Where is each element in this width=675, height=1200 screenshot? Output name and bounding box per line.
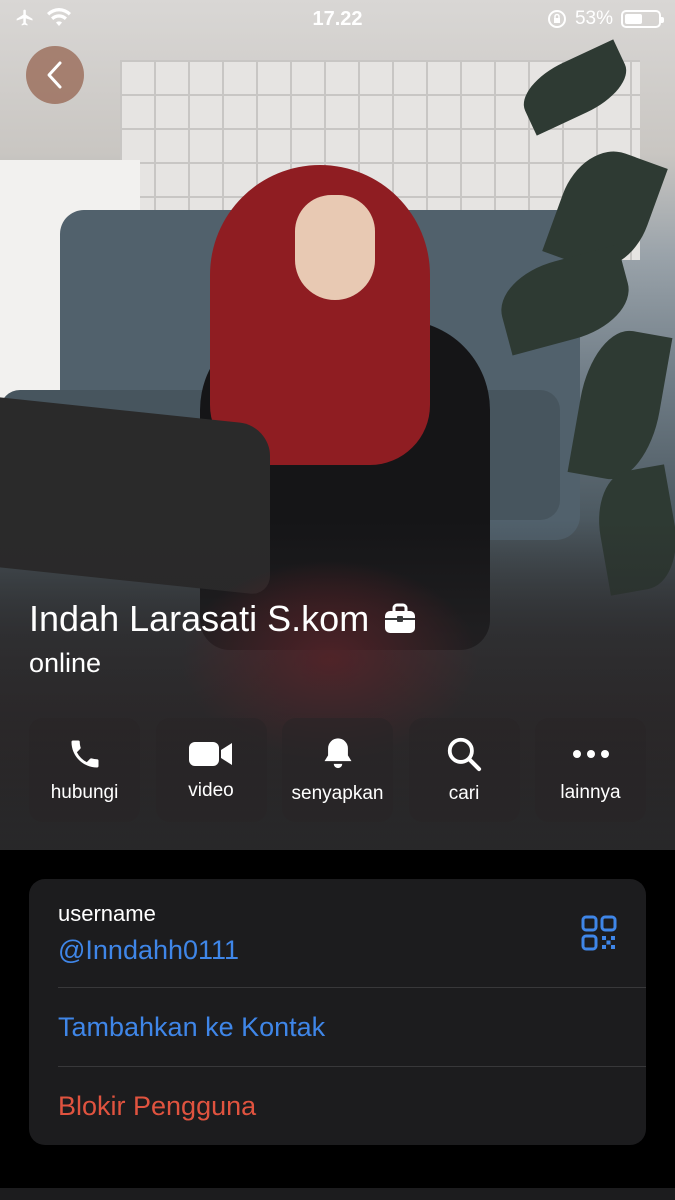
profile-name-row: Indah Larasati S.kom: [29, 598, 417, 640]
mute-label: senyapkan: [291, 783, 384, 804]
profile-status: online: [29, 648, 102, 678]
search-button[interactable]: cari: [408, 718, 520, 822]
bottom-strip: [0, 1188, 675, 1200]
status-right: 53%: [547, 8, 664, 30]
add-contact-button[interactable]: Tambahkan ke Kontak: [58, 1012, 325, 1043]
qr-code-icon[interactable]: [581, 915, 617, 951]
back-button[interactable]: [26, 46, 84, 104]
username-label: username: [58, 901, 156, 926]
divider: [58, 1066, 646, 1067]
video-button[interactable]: video: [155, 718, 267, 822]
call-button[interactable]: hubungi: [29, 718, 140, 822]
video-label: video: [188, 780, 234, 801]
rotation-lock-icon: [547, 10, 566, 28]
bell-icon: [324, 738, 351, 769]
action-bar: hubungi video senyapkan cari lainnya: [29, 718, 646, 822]
more-label: lainnya: [560, 782, 621, 803]
username-value[interactable]: @Inndahh0111: [58, 935, 239, 966]
more-icon: [572, 750, 609, 758]
plant-leaf: [567, 324, 673, 486]
battery-fill: [625, 14, 642, 24]
info-card: username @Inndahh0111 Tambahkan ke Konta…: [29, 879, 646, 1145]
person-face: [295, 195, 375, 300]
battery-icon: [621, 10, 664, 28]
block-user-button[interactable]: Blokir Pengguna: [58, 1091, 256, 1122]
briefcase-icon: [385, 603, 416, 633]
video-camera-icon: [189, 742, 232, 766]
battery-percent: 53%: [574, 8, 613, 29]
more-button[interactable]: lainnya: [535, 718, 646, 822]
divider: [58, 987, 646, 988]
call-label: hubungi: [50, 782, 119, 803]
mute-button[interactable]: senyapkan: [282, 718, 393, 822]
phone-icon: [71, 740, 98, 768]
chevron-left-icon: [47, 61, 62, 89]
username-row[interactable]: username @Inndahh0111: [29, 879, 646, 987]
search-label: cari: [448, 783, 480, 804]
search-icon: [447, 737, 482, 772]
status-bar: 17.22 53%: [0, 0, 675, 38]
profile-name: Indah Larasati S.kom: [29, 598, 370, 639]
